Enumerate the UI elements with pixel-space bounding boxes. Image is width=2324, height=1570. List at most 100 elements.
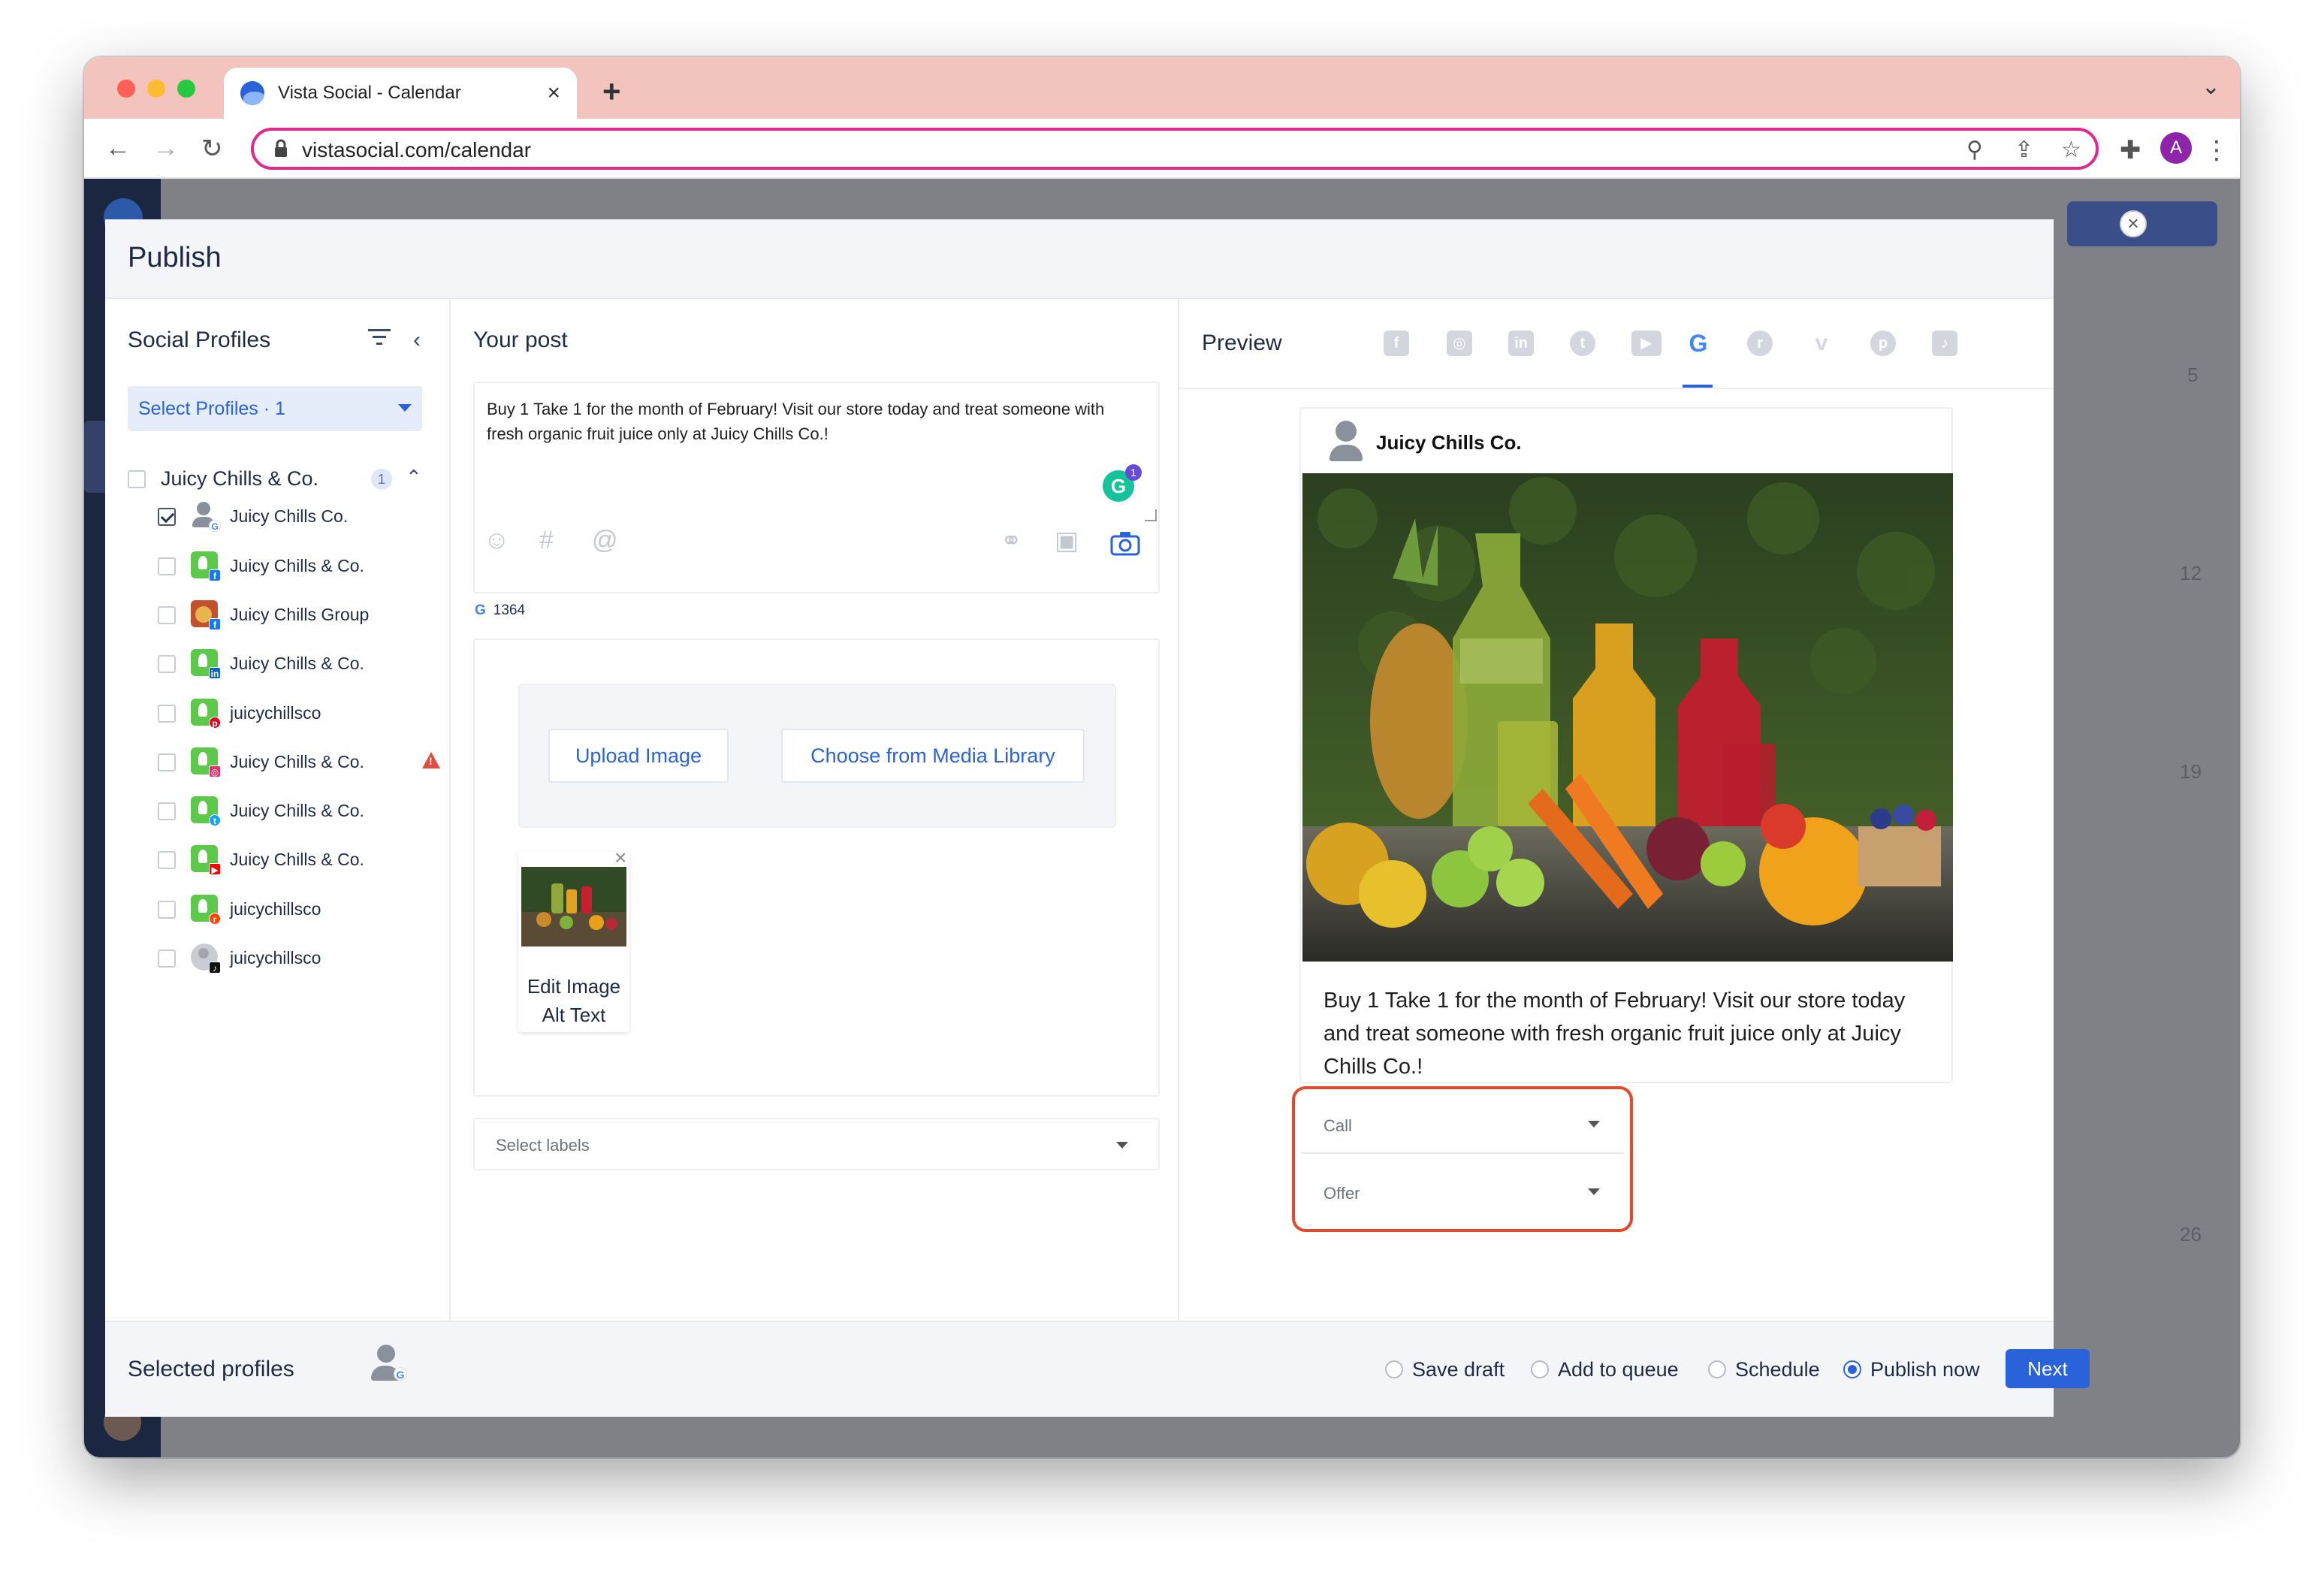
profile-checkbox[interactable] — [158, 950, 176, 968]
profile-item[interactable]: ▶ Juicy Chills & Co. — [158, 842, 458, 880]
tiktok-icon[interactable]: ♪ — [1932, 331, 1957, 356]
add-to-queue-radio[interactable] — [1531, 1360, 1549, 1378]
bookmark-star-icon[interactable]: ☆ — [2061, 137, 2081, 163]
select-profiles-dropdown[interactable]: Select Profiles · 1 — [128, 386, 422, 431]
choose-from-media-library-button[interactable]: Choose from Media Library — [781, 729, 1085, 783]
profile-checkbox[interactable] — [158, 851, 176, 869]
radio-label: Schedule — [1735, 1357, 1820, 1381]
facebook-icon[interactable]: f — [1384, 331, 1409, 356]
save-draft-option[interactable]: Save draft — [1385, 1357, 1505, 1382]
filter-icon[interactable] — [368, 329, 391, 346]
selected-profile-avatar[interactable]: G — [368, 1345, 407, 1385]
zoom-icon[interactable]: ⚲ — [1966, 137, 1983, 163]
radio-label: Add to queue — [1558, 1357, 1679, 1381]
video-icon[interactable]: ▣ — [1055, 526, 1079, 556]
emoji-icon[interactable]: ☺ — [484, 526, 510, 555]
profile-item[interactable]: G Juicy Chills Co. — [158, 499, 458, 536]
add-to-queue-option[interactable]: Add to queue — [1531, 1357, 1679, 1382]
profile-checkbox[interactable] — [158, 705, 176, 723]
post-text[interactable]: Buy 1 Take 1 for the month of February! … — [487, 397, 1140, 446]
facebook-icon: f — [209, 618, 221, 630]
camera-icon[interactable] — [1110, 530, 1140, 556]
browser-profile-avatar[interactable]: A — [2160, 132, 2192, 164]
publish-now-radio[interactable] — [1843, 1360, 1861, 1378]
mention-icon[interactable]: @ — [592, 526, 618, 555]
profile-item[interactable]: r juicychillsco — [158, 892, 458, 929]
tab-close-icon[interactable]: × — [547, 80, 560, 106]
profile-checkbox[interactable] — [158, 557, 176, 575]
radio-label: Save draft — [1412, 1357, 1505, 1381]
profile-item[interactable]: f Juicy Chills & Co. — [158, 548, 458, 586]
next-button[interactable]: Next — [2006, 1349, 2090, 1388]
google-icon: G — [394, 1367, 407, 1381]
vimeo-icon[interactable]: v — [1809, 331, 1834, 356]
youtube-icon[interactable]: ▶ — [1631, 331, 1662, 356]
group-checkbox[interactable] — [128, 470, 146, 488]
url-text[interactable]: vistasocial.com/calendar — [302, 138, 531, 162]
linkedin-icon[interactable]: in — [1508, 331, 1534, 356]
share-icon[interactable]: ⇪ — [2015, 137, 2033, 163]
social-profiles-panel: Social Profiles ‹ Select Profiles · 1 Ju… — [105, 299, 451, 1321]
profile-name: juicychillsco — [230, 703, 321, 723]
profile-checkbox[interactable] — [158, 753, 176, 771]
publish-now-option[interactable]: Publish now — [1843, 1357, 1980, 1382]
profile-item[interactable]: f Juicy Chills Group — [158, 597, 458, 635]
profile-item[interactable]: p juicychillsco — [158, 696, 458, 733]
offer-dropdown[interactable]: Offer — [1301, 1161, 1624, 1221]
new-tab-button[interactable]: + — [602, 74, 621, 110]
profile-checkbox[interactable] — [158, 606, 176, 624]
post-textarea[interactable]: Buy 1 Take 1 for the month of February! … — [473, 382, 1160, 593]
save-draft-radio[interactable] — [1385, 1360, 1403, 1378]
select-labels-dropdown[interactable]: Select labels — [473, 1118, 1160, 1170]
profile-group-row[interactable]: Juicy Chills & Co. 1 ⌃ — [128, 464, 428, 494]
browser-menu-icon[interactable]: ⋮ — [2204, 135, 2229, 165]
pinterest-icon[interactable]: p — [1870, 331, 1896, 356]
upload-image-button[interactable]: Upload Image — [548, 729, 729, 783]
edit-image-alt-text-link[interactable]: Edit Image Alt Text — [518, 972, 629, 1029]
active-tab-underline — [1683, 385, 1713, 388]
link-icon[interactable]: ⚭ — [1001, 526, 1022, 556]
extensions-puzzle-icon[interactable]: ✚ — [2120, 135, 2141, 165]
profile-item[interactable]: ♪ juicychillsco — [158, 940, 458, 978]
media-thumbnail[interactable]: × Edit Image Alt Text — [518, 846, 629, 1032]
twitter-icon[interactable]: t — [1570, 331, 1595, 356]
forward-icon[interactable]: → — [153, 134, 179, 163]
maximize-window-button[interactable] — [177, 80, 195, 98]
hashtag-icon[interactable]: # — [539, 526, 554, 555]
reload-icon[interactable]: ↻ — [201, 134, 223, 164]
browser-tab[interactable]: Vista Social - Calendar × — [224, 68, 577, 119]
chevron-up-icon[interactable]: ⌃ — [406, 466, 422, 489]
instagram-icon[interactable]: ◎ — [1447, 331, 1472, 356]
caret-down-icon — [1588, 1188, 1600, 1195]
close-window-button[interactable] — [117, 80, 135, 98]
tab-list-chevron-icon[interactable]: ⌄ — [2202, 74, 2220, 100]
resize-handle[interactable] — [1145, 509, 1157, 521]
profile-checkbox[interactable] — [158, 901, 176, 919]
profile-name: Juicy Chills & Co. — [230, 801, 364, 820]
preview-title: Preview — [1202, 331, 1282, 355]
profile-group-name: Juicy Chills & Co. — [161, 467, 319, 490]
profile-item[interactable]: in Juicy Chills & Co. — [158, 646, 458, 684]
media-dropzone[interactable]: Upload Image Choose from Media Library — [518, 684, 1116, 828]
profile-checkbox[interactable] — [158, 655, 176, 673]
modal-close-button[interactable]: × — [2120, 210, 2147, 237]
offer-placeholder: Offer — [1323, 1184, 1360, 1203]
grammarly-suggestion-count: 1 — [1125, 464, 1142, 481]
modal-footer: Selected profiles G Save draft Add to qu… — [105, 1321, 2090, 1417]
profile-checkbox[interactable] — [158, 802, 176, 820]
schedule-option[interactable]: Schedule — [1708, 1357, 1820, 1382]
call-to-action-dropdown[interactable]: Call — [1301, 1094, 1624, 1154]
twitter-icon: t — [209, 814, 221, 826]
reddit-icon[interactable]: r — [1747, 331, 1773, 356]
back-icon[interactable]: ← — [105, 134, 131, 163]
juice-preview-image — [1302, 473, 1953, 962]
profile-item[interactable]: t Juicy Chills & Co. — [158, 793, 458, 831]
google-icon[interactable]: G — [1686, 331, 1711, 356]
profile-checkbox[interactable] — [158, 508, 176, 526]
address-bar[interactable]: vistasocial.com/calendar ⚲ ⇪ ☆ — [251, 128, 2099, 170]
labels-placeholder: Select labels — [496, 1136, 590, 1155]
collapse-panel-chevron-icon[interactable]: ‹ — [413, 328, 421, 353]
schedule-radio[interactable] — [1708, 1360, 1726, 1378]
profile-item[interactable]: ◎ Juicy Chills & Co. — [158, 744, 458, 782]
minimize-window-button[interactable] — [147, 80, 165, 98]
